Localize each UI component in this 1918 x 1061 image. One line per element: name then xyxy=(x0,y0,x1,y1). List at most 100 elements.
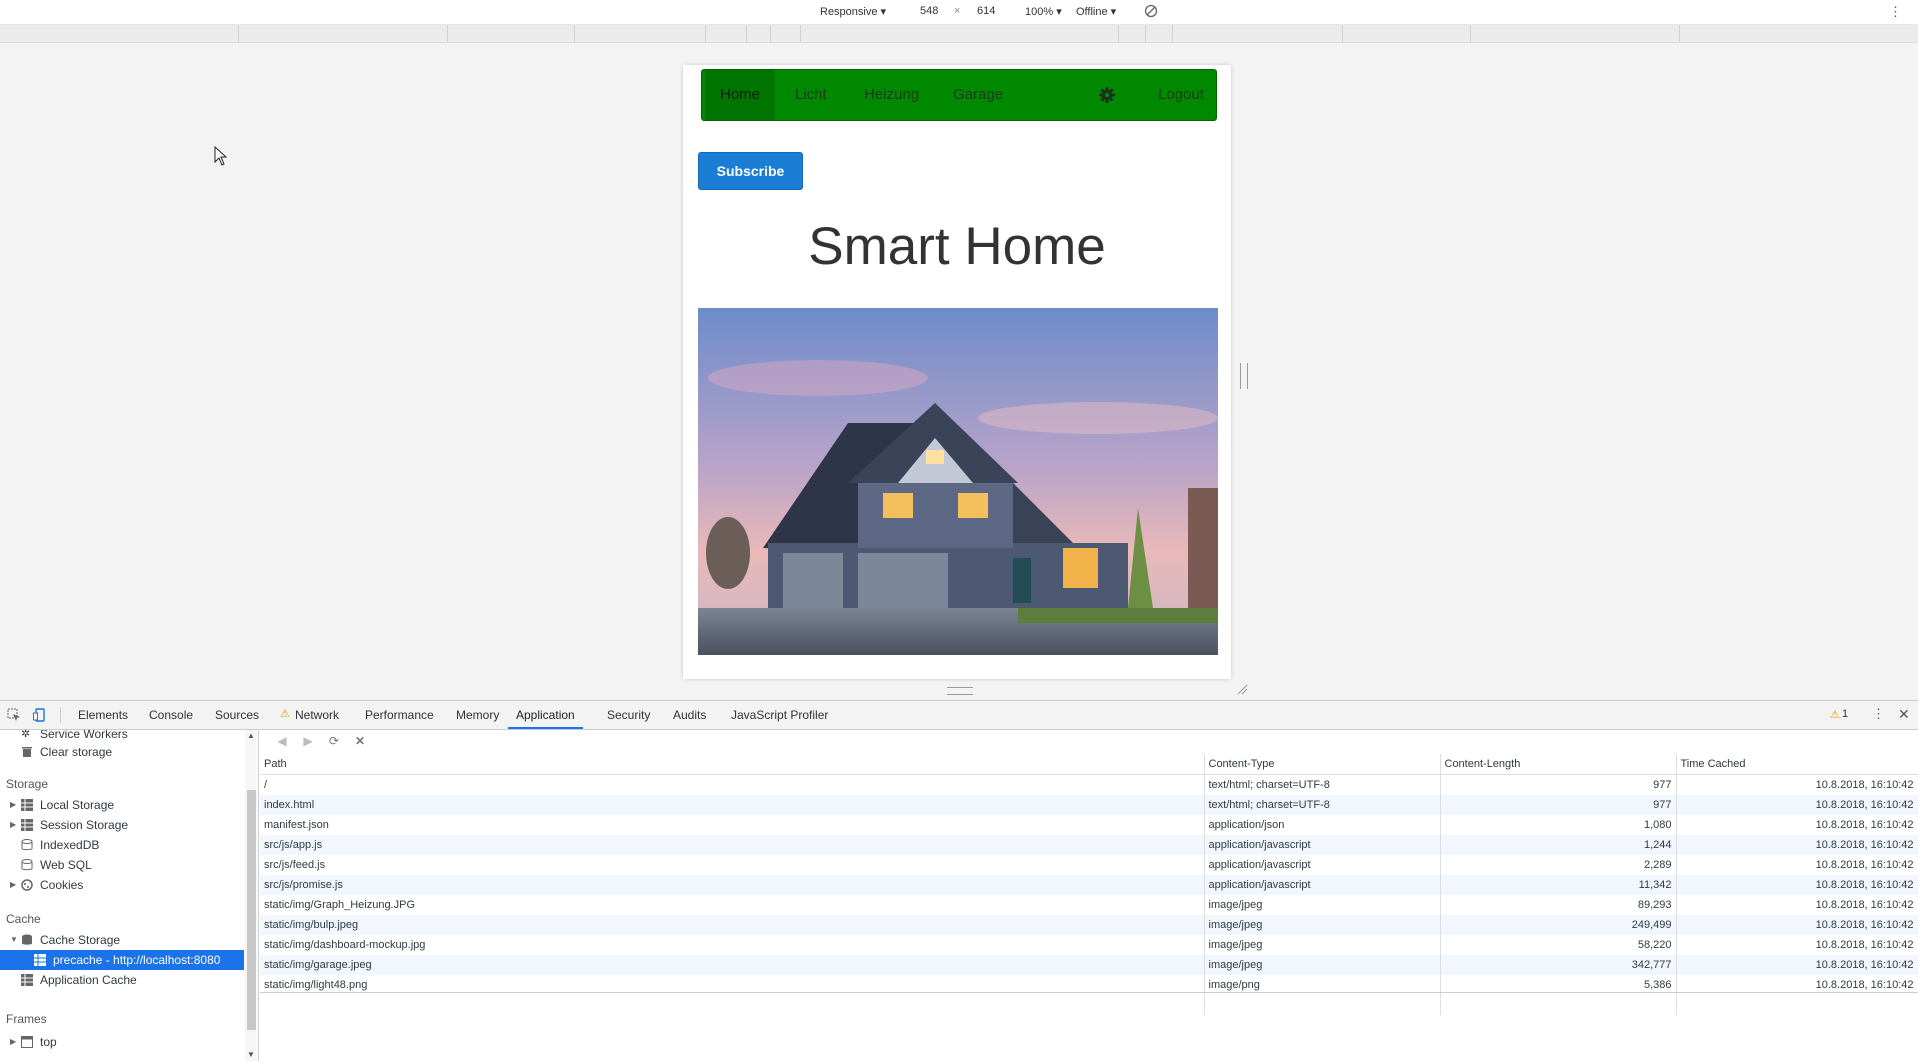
gear-icon[interactable] xyxy=(1097,85,1117,105)
column-header-path[interactable]: Path xyxy=(260,754,1205,775)
cell-content-length: 11,342 xyxy=(1440,875,1677,895)
table-filler-row xyxy=(260,995,1918,1015)
table-row[interactable]: index.html text/html; charset=UTF-8 977 10.… xyxy=(260,795,1918,815)
tab-memory[interactable]: Memory xyxy=(456,701,499,729)
inspect-element-icon[interactable] xyxy=(7,708,21,722)
column-header-content-type[interactable]: Content-Type xyxy=(1204,754,1441,775)
nav-garage[interactable]: Garage xyxy=(938,70,1018,120)
cell-content-type: application/javascript xyxy=(1204,835,1441,855)
trash-icon xyxy=(22,747,32,757)
devtools-menu-icon[interactable]: ⋮ xyxy=(1872,706,1885,722)
sidebar-item-session-storage[interactable]: ▶ Session Storage xyxy=(0,815,244,835)
cell-path: static/img/dashboard-mockup.jpg xyxy=(260,935,1205,955)
nav-logout[interactable]: Logout xyxy=(1143,70,1219,120)
resize-handle-right[interactable] xyxy=(1240,363,1248,389)
cell-time-cached: 10.8.2018, 16:10:42 xyxy=(1676,774,1918,795)
table-row[interactable]: static/img/bulp.jpeg image/jpeg 249,499 10.… xyxy=(260,915,1918,935)
sidebar-item-top-frame[interactable]: ▶ top xyxy=(0,1032,244,1052)
resize-handle-bottom[interactable] xyxy=(947,687,973,695)
expand-arrow-icon[interactable]: ▶ xyxy=(10,875,16,895)
cell-content-type: text/html; charset=UTF-8 xyxy=(1204,774,1441,795)
sidebar-scrollbar[interactable]: ▲ ▼ xyxy=(245,730,257,1061)
column-header-time-cached[interactable]: Time Cached xyxy=(1676,754,1918,775)
cell-path: manifest.json xyxy=(260,815,1205,835)
previous-page-icon[interactable]: ◀ xyxy=(274,734,290,750)
zoom-select[interactable]: 100% ▾ xyxy=(1025,5,1062,18)
devtools-panel: Elements Console Sources ⚠ Network Perfo… xyxy=(0,700,1918,1061)
warning-count-icon[interactable]: ⚠ xyxy=(1830,708,1840,721)
tab-elements[interactable]: Elements xyxy=(78,701,128,729)
sidebar-item-cache-storage[interactable]: ▼ Cache Storage xyxy=(0,930,244,950)
gear-icon: ✲ xyxy=(21,730,31,740)
sidebar-scrollbar-thumb[interactable] xyxy=(247,790,256,1030)
delete-entry-icon[interactable]: ✕ xyxy=(352,734,368,750)
nav-heizung[interactable]: Heizung xyxy=(849,70,934,120)
cell-content-type: image/jpeg xyxy=(1204,915,1441,935)
sidebar-item-precache[interactable]: precache - http://localhost:8080 xyxy=(0,950,244,970)
table-row[interactable]: static/img/dashboard-mockup.jpg image/jpe… xyxy=(260,935,1918,955)
grid-icon xyxy=(21,974,33,986)
viewport-height-input[interactable]: 614 xyxy=(977,5,995,17)
tab-audits[interactable]: Audits xyxy=(673,701,706,729)
grid-icon xyxy=(21,799,33,811)
refresh-icon[interactable]: ⟳ xyxy=(326,734,342,750)
collapse-arrow-icon[interactable]: ▼ xyxy=(10,930,18,950)
sidebar-item-clear-storage[interactable]: Clear storage xyxy=(0,742,244,762)
device-toolbar-toggle-icon[interactable] xyxy=(33,708,47,722)
expand-arrow-icon[interactable]: ▶ xyxy=(10,1032,16,1052)
scroll-up-icon[interactable]: ▲ xyxy=(247,731,255,740)
cell-time-cached: 10.8.2018, 16:10:42 xyxy=(1676,875,1918,895)
next-page-icon[interactable]: ▶ xyxy=(300,734,316,750)
expand-arrow-icon[interactable]: ▶ xyxy=(10,795,16,815)
database-icon xyxy=(21,839,33,851)
subscribe-button[interactable]: Subscribe xyxy=(698,152,803,190)
nav-licht[interactable]: Licht xyxy=(780,70,842,120)
tab-security[interactable]: Security xyxy=(607,701,650,729)
sidebar-section-storage: Storage xyxy=(6,777,49,791)
sidebar-item-local-storage[interactable]: ▶ Local Storage xyxy=(0,795,244,815)
warning-count[interactable]: 1 xyxy=(1842,708,1848,720)
table-row[interactable]: src/js/app.js application/javascript 1,244… xyxy=(260,835,1918,855)
more-options-icon[interactable]: ⋮ xyxy=(1889,4,1902,20)
cell-content-length: 249,499 xyxy=(1440,915,1677,935)
cell-content-type: application/javascript xyxy=(1204,875,1441,895)
sidebar-item-indexeddb[interactable]: IndexedDB xyxy=(0,835,244,855)
table-row[interactable]: / text/html; charset=UTF-8 977 10.8.2018, 1… xyxy=(260,774,1918,795)
table-row[interactable]: src/js/feed.js application/javascript 2,28… xyxy=(260,855,1918,875)
tab-javascript-profiler[interactable]: JavaScript Profiler xyxy=(731,701,828,729)
cell-content-type: image/jpeg xyxy=(1204,955,1441,975)
scroll-down-icon[interactable]: ▼ xyxy=(247,1050,255,1059)
tab-network[interactable]: Network xyxy=(295,701,339,729)
cookie-icon xyxy=(21,879,33,891)
table-row[interactable]: manifest.json application/json 1,080 10.8.2… xyxy=(260,815,1918,835)
sidebar-item-application-cache[interactable]: Application Cache xyxy=(0,970,244,990)
network-throttle-select[interactable]: Offline ▾ xyxy=(1076,5,1116,18)
cell-path: / xyxy=(260,774,1205,795)
expand-arrow-icon[interactable]: ▶ xyxy=(10,815,16,835)
resize-corner-icon[interactable] xyxy=(1236,683,1248,695)
grid-icon xyxy=(34,954,46,966)
table-row[interactable]: static/img/garage.jpeg image/jpeg 342,777 1… xyxy=(260,955,1918,975)
cell-content-type: image/jpeg xyxy=(1204,935,1441,955)
cell-time-cached: 10.8.2018, 16:10:42 xyxy=(1676,955,1918,975)
column-header-content-length[interactable]: Content-Length xyxy=(1440,754,1677,775)
tab-application[interactable]: Application xyxy=(508,701,583,729)
nav-home[interactable]: Home xyxy=(705,70,776,120)
sidebar-item-web-sql[interactable]: Web SQL xyxy=(0,855,244,875)
tab-performance[interactable]: Performance xyxy=(365,701,434,729)
cell-path: src/js/promise.js xyxy=(260,875,1205,895)
table-row[interactable]: src/js/promise.js application/javascript 1… xyxy=(260,875,1918,895)
tab-sources[interactable]: Sources xyxy=(215,701,259,729)
tab-console[interactable]: Console xyxy=(149,701,193,729)
cell-path: static/img/bulp.jpeg xyxy=(260,915,1205,935)
table-row[interactable]: static/img/Graph_Heizung.JPG image/jpeg 89… xyxy=(260,895,1918,915)
viewport-width-input[interactable]: 548 xyxy=(920,5,938,17)
close-icon[interactable]: ✕ xyxy=(1898,706,1910,723)
cell-content-type: application/javascript xyxy=(1204,855,1441,875)
frame-icon xyxy=(21,1036,33,1048)
cell-content-length: 977 xyxy=(1440,774,1677,795)
sidebar-item-cookies[interactable]: ▶ Cookies xyxy=(0,875,244,895)
device-select[interactable]: Responsive ▾ xyxy=(820,5,886,18)
dimension-separator: × xyxy=(954,5,961,17)
rotate-icon[interactable] xyxy=(1144,4,1158,21)
